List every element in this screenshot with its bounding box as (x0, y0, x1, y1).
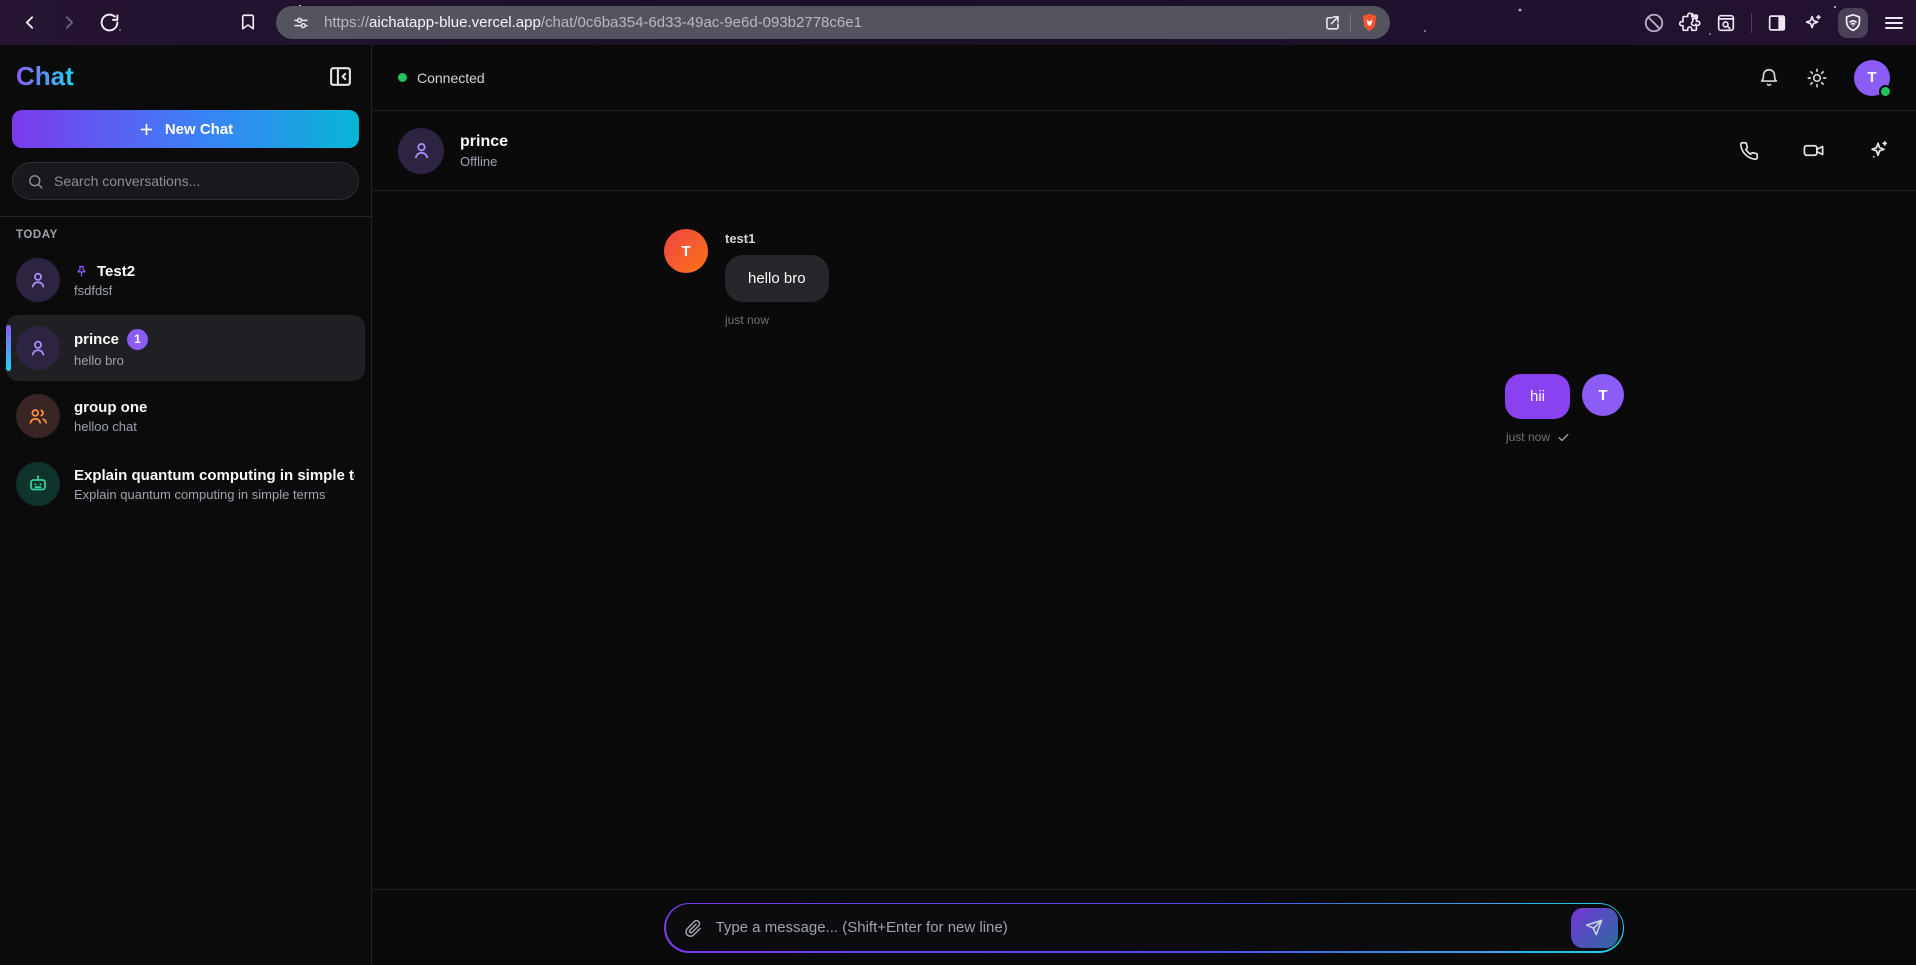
sender-avatar: T (664, 229, 708, 273)
user-avatar[interactable]: T (1854, 60, 1890, 96)
composer (666, 904, 1623, 951)
conversation-item-quantum[interactable]: Explain quantum computing in simple term… (6, 451, 365, 517)
new-chat-label: New Chat (165, 121, 233, 138)
bookmark-icon[interactable] (234, 8, 262, 36)
conversation-preview: helloo chat (74, 419, 355, 434)
reload-icon[interactable] (92, 6, 126, 40)
chat-header: prince Offline (372, 111, 1916, 191)
own-avatar: T (1582, 374, 1624, 416)
theme-toggle-sun-icon[interactable] (1806, 67, 1828, 89)
message-input[interactable] (716, 919, 1558, 936)
extensions-icon[interactable] (1679, 12, 1701, 34)
divider (0, 216, 371, 217)
message-area: T test1 hello bro just now hii just now (372, 191, 1916, 889)
app-title: Chat (16, 61, 74, 92)
conversation-list: Test2 fsdfdsf prince 1 hello bro (0, 245, 371, 965)
conversation-preview: Explain quantum computing in simple term… (74, 487, 355, 502)
search-input[interactable] (54, 173, 344, 189)
bot-avatar-icon (16, 462, 60, 506)
person-avatar-icon (16, 326, 60, 370)
divider (1751, 13, 1752, 33)
video-call-icon[interactable] (1802, 139, 1825, 162)
menu-icon[interactable] (1882, 11, 1906, 35)
sender-initial: T (681, 243, 690, 260)
send-plane-icon (1585, 918, 1604, 937)
top-status-bar: Connected T (372, 45, 1916, 111)
sender-name: test1 (725, 231, 829, 246)
wallet-search-icon[interactable] (1715, 12, 1737, 34)
message-time: just now (1506, 430, 1550, 444)
pin-icon (74, 264, 89, 279)
incoming-message: T test1 hello bro just now (664, 229, 1624, 327)
connection-status: Connected (417, 70, 485, 86)
search-icon (27, 173, 44, 190)
conversation-name: Test2 (97, 263, 135, 280)
new-chat-button[interactable]: New Chat (12, 110, 359, 148)
message-bubble: hello bro (725, 255, 829, 302)
selected-accent-bar (6, 325, 11, 371)
divider (1350, 14, 1351, 32)
site-settings-icon[interactable] (292, 14, 310, 32)
back-icon[interactable] (12, 6, 46, 40)
send-button[interactable] (1571, 908, 1618, 948)
unread-badge: 1 (127, 329, 148, 350)
browser-toolbar: https://aichatapp-blue.vercel.app/chat/0… (0, 0, 1916, 45)
own-initial: T (1598, 387, 1607, 404)
conversation-item-group-one[interactable]: group one helloo chat (6, 383, 365, 449)
online-indicator (1879, 85, 1892, 98)
chat-app: Chat New Chat TODAY (0, 45, 1916, 965)
conversation-preview: hello bro (74, 353, 355, 368)
peer-avatar-icon[interactable] (398, 128, 444, 174)
main-panel: Connected T prin (372, 45, 1916, 965)
notifications-bell-icon[interactable] (1758, 67, 1780, 89)
conversation-item-prince[interactable]: prince 1 hello bro (6, 315, 365, 381)
connected-dot (398, 73, 407, 82)
plus-icon (138, 121, 155, 138)
sidebar-panel-icon[interactable] (1766, 12, 1788, 34)
peer-status: Offline (460, 154, 508, 169)
url-text: https://aichatapp-blue.vercel.app/chat/0… (324, 14, 1323, 31)
message-bubble: hii (1505, 374, 1570, 419)
user-initial: T (1867, 69, 1876, 86)
share-icon[interactable] (1323, 13, 1342, 32)
forward-icon[interactable] (52, 6, 86, 40)
conversation-name: prince (74, 331, 119, 348)
composer-bar (372, 889, 1916, 965)
leo-ai-icon[interactable] (1802, 12, 1824, 34)
search-conversations[interactable] (12, 162, 359, 200)
delivered-check-icon (1557, 431, 1570, 444)
conversation-preview: fsdfdsf (74, 283, 355, 298)
sidebar: Chat New Chat TODAY (0, 45, 372, 965)
outgoing-message: hii just now T (664, 374, 1624, 444)
conversation-item-test2[interactable]: Test2 fsdfdsf (6, 247, 365, 313)
blocked-profile-icon[interactable] (1643, 12, 1665, 34)
voice-call-icon[interactable] (1738, 140, 1760, 162)
ai-sparkles-icon[interactable] (1867, 139, 1890, 162)
group-avatar-icon (16, 394, 60, 438)
attach-paperclip-icon[interactable] (683, 918, 703, 938)
vpn-shield-icon[interactable] (1838, 8, 1868, 38)
conversation-name: group one (74, 399, 147, 416)
message-time: just now (725, 313, 829, 327)
section-label: TODAY (16, 229, 355, 241)
address-bar[interactable]: https://aichatapp-blue.vercel.app/chat/0… (276, 6, 1390, 39)
conversation-name: Explain quantum computing in simple term… (74, 467, 355, 484)
collapse-sidebar-icon[interactable] (328, 64, 353, 89)
brave-shields-icon[interactable] (1359, 12, 1380, 33)
peer-name: prince (460, 133, 508, 151)
person-avatar-icon (16, 258, 60, 302)
